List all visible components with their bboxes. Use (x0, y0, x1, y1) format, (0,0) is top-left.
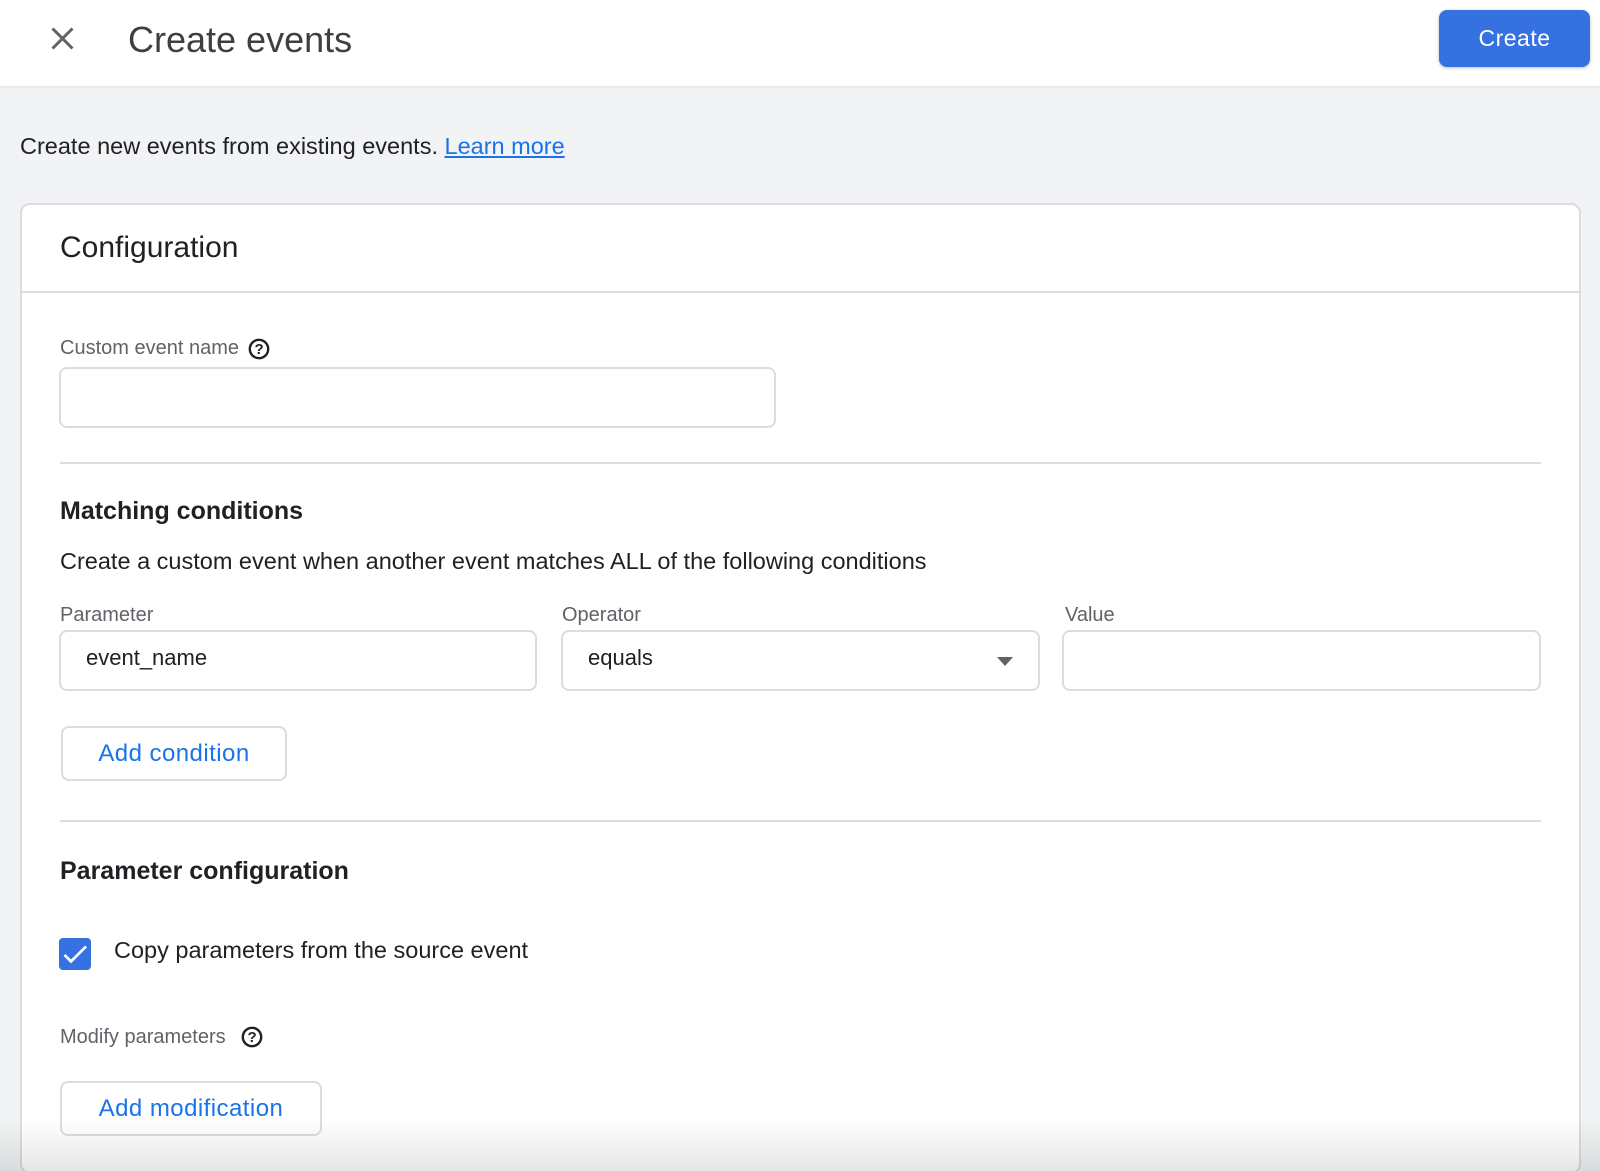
svg-text:?: ? (247, 1029, 256, 1046)
svg-text:?: ? (255, 341, 264, 358)
